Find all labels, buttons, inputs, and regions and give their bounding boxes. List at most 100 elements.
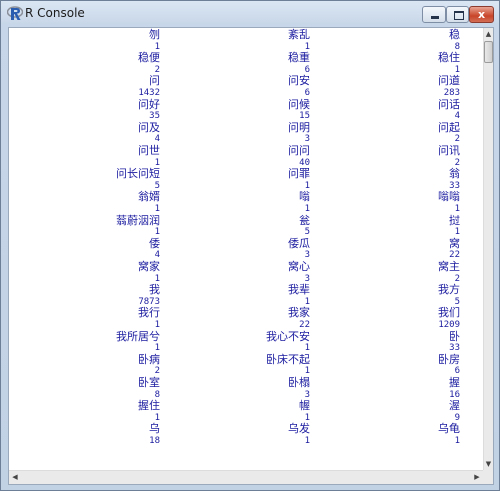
console-count-row: 4 3 22 (9, 249, 483, 261)
title-bar[interactable]: R Console x (1, 1, 499, 27)
console-count-row: 132 (9, 273, 483, 285)
scroll-right-icon[interactable]: ▶ (471, 471, 483, 484)
scroll-down-icon[interactable]: ▼ (484, 458, 493, 470)
console-word-row: 握住 幄 渥 (9, 400, 483, 412)
vertical-scroll-thumb[interactable] (484, 41, 493, 63)
word-cell: 问罪 (288, 167, 310, 181)
word-cell: 稳重 (288, 51, 310, 65)
window-title: R Console (25, 6, 85, 20)
word-cell: 握 (449, 376, 460, 389)
word-cell: 我方 (438, 283, 460, 297)
word-cell: 问道 (438, 74, 460, 88)
minimize-icon (431, 16, 439, 19)
console-word-row: 蓊蔚洇润 瓮 挝 (9, 213, 483, 227)
word-cell: 卧榻 (288, 376, 310, 389)
word-cell: 窝家 (138, 260, 160, 273)
console-count-row: 1432 6 283 (9, 87, 483, 99)
word-cell: 紊乱 (288, 28, 310, 41)
console-word-row: 问及 问明 问起 (9, 120, 483, 134)
console-word-row: 问长问短 问罪 翁 (9, 168, 483, 180)
horizontal-scrollbar[interactable]: ◀ ▶ (9, 470, 483, 484)
word-cell: 蓊蔚洇润 (116, 213, 160, 227)
word-cell: 我们 (438, 306, 460, 320)
word-cell: 渥 (449, 399, 460, 413)
word-cell: 卧 (449, 329, 460, 343)
maximize-icon (454, 11, 464, 20)
console-count-row: 151 (9, 226, 483, 238)
word-cell: 我心不安 (266, 329, 310, 343)
maximize-button[interactable] (446, 6, 469, 23)
word-cell: 卧室 (138, 376, 160, 389)
console-word-row: 我所居兮 我心不安 卧 (9, 329, 483, 343)
console-word-row: 我 我辈 我方 (9, 284, 483, 296)
word-cell: 问起 (438, 120, 460, 134)
count-cell: 1 (304, 436, 310, 446)
word-cell: 我 (149, 283, 160, 297)
word-cell: 乌发 (288, 422, 310, 436)
word-cell: 问世 (138, 144, 160, 157)
console-count-row: 18 1 1 (9, 435, 483, 447)
console-count-row: 119 (9, 412, 483, 424)
count-cell: 1 (454, 436, 460, 446)
word-cell: 卧房 (438, 352, 460, 366)
close-icon: x (477, 8, 486, 21)
console-word-row: 问好 问候 问话 (9, 97, 483, 111)
scroll-up-icon[interactable]: ▲ (484, 28, 493, 40)
word-cell: 问候 (288, 97, 310, 111)
console-output[interactable]: 刎紊乱稳 1 1 8 稳便 稳重 稳住 2 6 1 问问安 问道 1432 6 283 问好 问候 问话 35 15 4… (9, 28, 483, 470)
word-cell: 乌 (149, 422, 160, 436)
word-cell: 翁婿 (138, 190, 160, 204)
console-count-row: 1 1 33 (9, 342, 483, 354)
console-count-row: 432 (9, 133, 483, 145)
word-cell: 问长问短 (116, 167, 160, 181)
vertical-scrollbar[interactable]: ▲ ▼ (483, 28, 493, 470)
word-cell: 我辈 (288, 283, 310, 297)
word-cell: 倭 (149, 236, 160, 250)
word-cell: 卧病 (138, 352, 160, 366)
word-cell: 问 (149, 74, 160, 88)
word-cell: 翁 (449, 167, 460, 181)
word-cell: 瓮 (299, 213, 310, 227)
word-cell: 倭瓜 (288, 236, 310, 250)
word-cell: 握住 (138, 399, 160, 413)
word-cell: 稳 (449, 28, 460, 41)
word-cell: 窝 (449, 236, 460, 250)
close-button[interactable]: x (469, 6, 494, 23)
console-word-row: 倭 倭瓜 窝 (9, 236, 483, 250)
word-cell: 问明 (288, 120, 310, 134)
console-word-row: 卧病 卧床不起 卧房 (9, 352, 483, 366)
word-cell: 问及 (138, 120, 160, 134)
word-cell: 窝主 (438, 260, 460, 273)
console-count-row: 7873 1 5 (9, 296, 483, 308)
word-cell: 窝心 (288, 260, 310, 273)
word-cell: 问话 (438, 97, 460, 111)
word-cell: 卧床不起 (266, 352, 310, 366)
r-console-window: R Console x 刎紊乱稳 1 1 8 稳便 稳重 稳住 2 6 1 问问安 问道 1432 6 28… (0, 0, 500, 491)
word-cell: 问好 (138, 97, 160, 111)
word-cell: 幄 (299, 399, 310, 413)
console-word-row: 问 问安 问道 (9, 75, 483, 87)
word-cell: 刎 (149, 28, 160, 41)
word-cell: 嗡 (299, 190, 310, 204)
console-count-row: 5 1 33 (9, 180, 483, 192)
scrollbar-corner (483, 470, 493, 484)
console-word-row: 窝家 窝心 窝主 (9, 261, 483, 273)
minimize-button[interactable] (422, 6, 446, 23)
count-cell: 18 (149, 436, 160, 446)
console-count-row: 216 (9, 365, 483, 377)
console-count-row: 111 (9, 203, 483, 215)
word-cell: 乌龟 (438, 422, 460, 436)
console-word-row: 刎 紊乱 稳 (9, 29, 483, 41)
console-word-row: 乌 乌发 乌龟 (9, 423, 483, 435)
console-word-row: 问世 问问 问讯 (9, 145, 483, 157)
scroll-left-icon[interactable]: ◀ (9, 471, 21, 484)
console-count-row: 118 (9, 41, 483, 53)
console-count-row: 261 (9, 64, 483, 76)
console-area[interactable]: 刎紊乱稳 1 1 8 稳便 稳重 稳住 2 6 1 问问安 问道 1432 6 283 问好 问候 问话 35 15 4… (8, 27, 494, 485)
word-cell: 我家 (288, 306, 310, 320)
console-word-row: 我行 我家 我们 (9, 307, 483, 319)
console-count-row: 1 40 2 (9, 157, 483, 169)
console-count-row: 35 15 4 (9, 110, 483, 122)
word-cell: 问安 (288, 74, 310, 88)
word-cell: 我所居兮 (116, 329, 160, 343)
